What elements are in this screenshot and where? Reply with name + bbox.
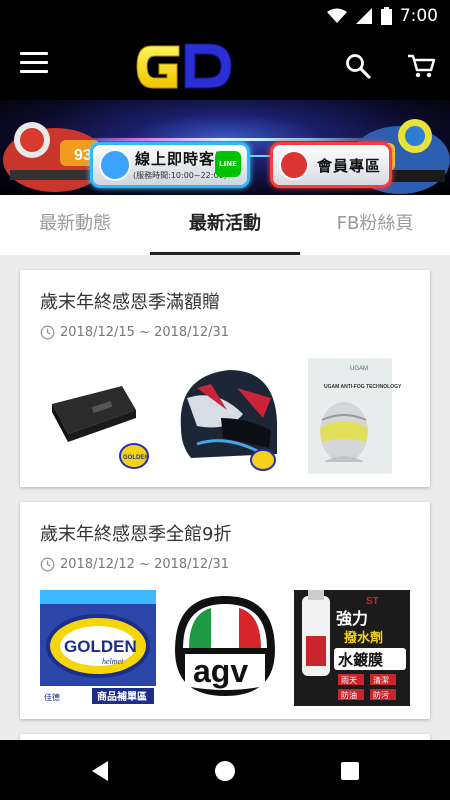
event-date: 2018/12/12 ~ 2018/12/31 — [40, 557, 229, 572]
menu-icon[interactable] — [20, 52, 48, 78]
system-nav-bar — [0, 740, 450, 800]
service-hours: (服務時間:10:00~22:00) — [133, 171, 227, 180]
st-tag-label: 雨天 — [341, 676, 357, 685]
st-tag-label: 防污 — [373, 690, 389, 700]
svg-text:GOLDEN: GOLDEN — [123, 455, 149, 461]
st-top-label: 強力 — [336, 609, 368, 628]
st-mid-label: 撥水劑 — [344, 630, 383, 646]
status-bar: 7:00 — [0, 0, 450, 32]
back-icon[interactable] — [88, 758, 114, 784]
tab-latest-events[interactable]: 最新活動 — [150, 195, 300, 255]
member-area-button[interactable]: 會員專區 — [270, 142, 392, 188]
event-title: 歲末年終感恩季全館9折 — [40, 524, 232, 545]
tab-latest-news[interactable]: 最新動態 — [0, 195, 150, 255]
clock-icon — [40, 325, 55, 340]
agv-label: agv — [193, 653, 248, 689]
event-card[interactable]: 歲末年終感恩季全館9折 2018/12/12 ~ 2018/12/31 GOLD… — [20, 502, 430, 719]
gd-logo — [136, 43, 232, 89]
recents-icon[interactable] — [337, 758, 363, 784]
st-brand-label: ST — [366, 596, 379, 607]
member-avatar-icon — [279, 150, 309, 180]
app-header — [0, 32, 450, 100]
ugam-sub-label: UGAM ANTI-FOG TECHNOLOGY — [324, 384, 402, 390]
event-date-text: 2018/12/15 ~ 2018/12/31 — [60, 325, 230, 340]
event-title: 歲末年終感恩季滿額贈 — [40, 292, 220, 313]
service-agent-icon — [99, 149, 131, 181]
search-icon[interactable] — [344, 52, 372, 80]
tab-fb-page[interactable]: FB粉絲頁 — [300, 195, 450, 255]
st-main-label: 水鍍膜 — [338, 651, 383, 669]
ugam-label: UGAM — [350, 366, 368, 372]
battery-icon — [380, 7, 392, 25]
signal-icon — [355, 8, 372, 24]
golden-label: GOLDEN — [64, 637, 137, 656]
tab-bar: 最新動態 最新活動 FB粉絲頁 — [0, 195, 450, 255]
st-cleaner-image[interactable]: ST 強力 撥水劑 水鍍膜 雨天 清潔 防油 防污 — [294, 590, 410, 706]
cart-icon[interactable] — [406, 52, 436, 80]
event-list: 歲末年終感恩季滿額贈 2018/12/15 ~ 2018/12/31 GOLDE… — [0, 255, 450, 740]
agv-logo-image[interactable]: agv — [167, 590, 283, 706]
event-card[interactable]: 歲末年終感恩季滿額贈 2018/12/15 ~ 2018/12/31 GOLDE… — [20, 270, 430, 487]
st-tag-label: 清潔 — [373, 675, 389, 685]
golden-tag-label: 商品補單區 — [97, 690, 147, 703]
clock-icon — [40, 557, 55, 572]
golden-brand-label: 佳德 — [44, 692, 60, 702]
member-title: 會員專區 — [317, 157, 382, 175]
line-icon: LINE — [215, 151, 241, 177]
live-service-button[interactable]: 線上即時客服 (服務時間:10:00~22:00) LINE — [90, 142, 250, 188]
anti-fog-image[interactable]: UGAM UGAM ANTI-FOG TECHNOLOGY — [294, 358, 410, 474]
wifi-icon — [326, 8, 347, 23]
event-date: 2018/12/15 ~ 2018/12/31 — [40, 325, 229, 340]
home-icon[interactable] — [212, 758, 238, 784]
status-time: 7:00 — [399, 6, 438, 26]
event-date-text: 2018/12/12 ~ 2018/12/31 — [60, 557, 230, 572]
golden-helmet-image[interactable]: GOLDEN helmet 佳德 商品補單區 — [40, 590, 156, 706]
bluetooth-headset-image[interactable]: GOLDEN — [40, 358, 156, 474]
golden-sub-label: helmet — [102, 657, 124, 666]
promo-banner: 93 線上即時客服 (服務時間:10:00~22:00) LINE 會員專區 — [0, 100, 450, 195]
helmet-image[interactable] — [167, 358, 283, 474]
st-tag-label: 防油 — [341, 690, 357, 700]
